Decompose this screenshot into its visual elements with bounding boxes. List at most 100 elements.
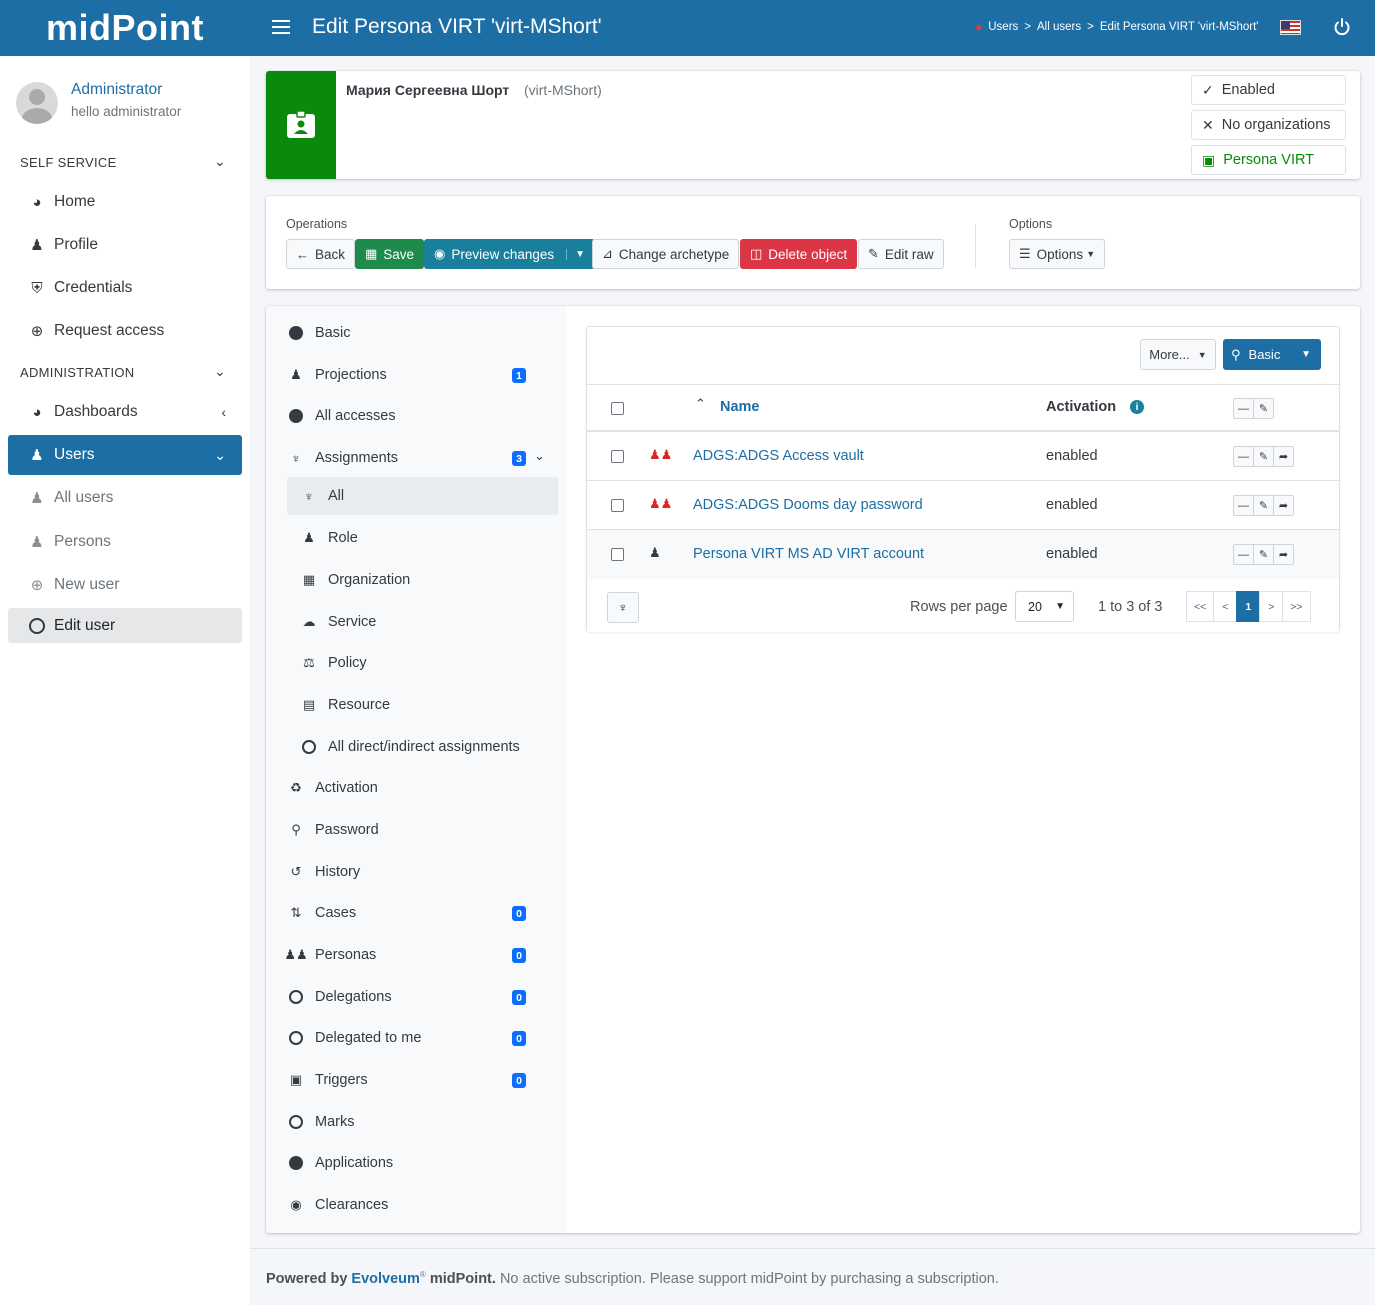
menu-item-role[interactable]: ♟ Role: [287, 519, 558, 557]
menu-item-delegated-to-me[interactable]: Delegated to me 0: [286, 1019, 558, 1057]
search-mode-button[interactable]: ⚲ Basic ▼: [1223, 339, 1321, 370]
menu-item-assignments-all[interactable]: ♆ All: [287, 477, 558, 515]
table-row[interactable]: ♟♟ ADGS:ADGS Dooms day password enabled …: [587, 481, 1339, 530]
menu-toggle-icon[interactable]: [272, 16, 290, 40]
row-name-link[interactable]: ADGS:ADGS Access vault: [693, 448, 864, 464]
count-badge: 3: [512, 451, 526, 466]
unassign-button[interactable]: —: [1233, 495, 1254, 516]
menu-item-all-accesses[interactable]: All accesses: [286, 397, 558, 435]
last-page-button[interactable]: >>: [1282, 591, 1311, 622]
menu-item-label: Delegated to me: [315, 1030, 422, 1046]
row-actions: — ✎ ➦: [1233, 544, 1294, 565]
column-name[interactable]: Name: [720, 399, 760, 415]
change-archetype-button[interactable]: ⊿ Change archetype: [592, 239, 740, 269]
back-button[interactable]: ← Back: [286, 239, 356, 269]
unassign-button[interactable]: —: [1233, 544, 1254, 565]
edit-all-button[interactable]: ✎: [1253, 398, 1274, 419]
caret-down-icon[interactable]: ▼: [566, 248, 585, 260]
save-button[interactable]: ▦ Save: [355, 239, 425, 269]
menu-item-all-direct-indirect[interactable]: All direct/indirect assignments: [287, 728, 558, 766]
menu-item-projections[interactable]: ♟ Projections 1: [286, 356, 558, 394]
breadcrumb-separator: >: [1024, 21, 1031, 33]
midpoint-logo[interactable]: midPoint: [0, 0, 250, 56]
unassign-button[interactable]: —: [1233, 446, 1254, 467]
preview-changes-button[interactable]: ◉ Preview changes ▼: [424, 239, 596, 269]
navigate-icon[interactable]: ➦: [1273, 544, 1294, 565]
status-badge-enabled: ✓ Enabled: [1191, 75, 1346, 105]
table-row[interactable]: ♟ Persona VIRT MS AD VIRT account enable…: [587, 530, 1339, 579]
edit-button[interactable]: ✎: [1253, 544, 1274, 565]
breadcrumb-all-users[interactable]: All users: [1037, 21, 1081, 33]
more-button[interactable]: More... ▼: [1140, 339, 1216, 370]
chevron-down-icon: ⌄: [534, 448, 545, 463]
power-icon[interactable]: [1332, 17, 1352, 37]
sidebar-item-profile[interactable]: ♟ Profile: [8, 225, 242, 265]
section-administration[interactable]: ADMINISTRATION ⌄: [20, 363, 230, 380]
sidebar-item-credentials[interactable]: ⛨ Credentials: [8, 268, 242, 308]
menu-item-clearances[interactable]: ◉ Clearances: [286, 1186, 558, 1224]
edit-raw-button[interactable]: ✎ Edit raw: [858, 239, 944, 269]
sidebar-item-all-users[interactable]: ♟ All users: [8, 478, 242, 518]
rows-per-page-select[interactable]: 20 ▼: [1015, 591, 1074, 622]
menu-item-organization[interactable]: ▦ Organization: [287, 561, 558, 599]
navigate-icon[interactable]: ➦: [1273, 446, 1294, 467]
menu-item-applications[interactable]: Applications: [286, 1144, 558, 1182]
menu-item-activation[interactable]: ♻ Activation: [286, 769, 558, 807]
delete-object-button[interactable]: ◫ Delete object: [740, 239, 858, 269]
sidebar-item-dashboards[interactable]: ◕ Dashboards ‹: [8, 392, 242, 432]
user-icon: ♟: [30, 237, 44, 254]
row-name-link[interactable]: Persona VIRT MS AD VIRT account: [693, 546, 924, 562]
sidebar-item-request-access[interactable]: ⊕ Request access: [8, 311, 242, 351]
user-subtitle: hello administrator: [71, 104, 182, 119]
options-button[interactable]: ☰ Options ▼: [1009, 239, 1106, 269]
edit-button[interactable]: ✎: [1253, 495, 1274, 516]
persona-badge-icon: ▣: [1202, 151, 1216, 168]
main-panel: Basic ♟ Projections 1 All accesses ♆ Assign…: [266, 306, 1360, 1233]
page-1-button[interactable]: 1: [1236, 591, 1261, 622]
menu-item-personas[interactable]: ♟♟ Personas 0: [284, 936, 558, 974]
sort-ascending-icon[interactable]: ⌃: [695, 396, 706, 412]
button-label: Save: [383, 246, 415, 262]
breadcrumb-users[interactable]: Users: [988, 21, 1018, 33]
caret-down-icon[interactable]: ▼: [1301, 349, 1311, 360]
new-assignment-button[interactable]: ♆: [607, 592, 639, 623]
menu-item-label: History: [315, 864, 361, 880]
user-name[interactable]: Administrator: [71, 81, 162, 99]
next-page-button[interactable]: >: [1259, 591, 1284, 622]
sidebar-item-edit-user[interactable]: Edit user: [8, 608, 242, 643]
menu-item-service[interactable]: ☁ Service: [287, 603, 558, 641]
unassign-all-button[interactable]: —: [1233, 398, 1254, 419]
menu-item-triggers[interactable]: ▣ Triggers 0: [286, 1061, 558, 1099]
chevron-down-icon: ⌄: [213, 363, 226, 379]
row-checkbox[interactable]: [611, 450, 624, 463]
menu-item-password[interactable]: ⚲ Password: [286, 811, 558, 849]
edit-button[interactable]: ✎: [1253, 446, 1274, 467]
menu-item-assignments[interactable]: ♆ Assignments 3 ⌄: [286, 439, 558, 477]
menu-item-marks[interactable]: Marks: [286, 1103, 558, 1141]
tag-label: Persona VIRT: [1223, 152, 1315, 168]
list-icon: ☰: [1019, 246, 1031, 261]
select-all-checkbox[interactable]: [611, 402, 624, 415]
info-icon[interactable]: i: [1130, 400, 1144, 414]
menu-item-cases[interactable]: ⇅ Cases 0: [286, 894, 558, 932]
first-page-button[interactable]: <<: [1186, 591, 1215, 622]
navigate-icon[interactable]: ➦: [1273, 495, 1294, 516]
menu-item-resource[interactable]: ▤ Resource: [287, 686, 558, 724]
sidebar-item-users[interactable]: ♟ Users ⌄: [8, 435, 242, 475]
us-flag-icon[interactable]: [1280, 20, 1301, 35]
row-name-link[interactable]: ADGS:ADGS Dooms day password: [693, 497, 923, 513]
table-row[interactable]: ♟♟ ADGS:ADGS Access vault enabled — ✎ ➦: [587, 432, 1339, 481]
section-self-service[interactable]: SELF SERVICE ⌄: [20, 153, 230, 170]
footer-company-link[interactable]: Evolveum: [351, 1271, 420, 1287]
menu-item-delegations[interactable]: Delegations 0: [286, 978, 558, 1016]
row-checkbox[interactable]: [611, 548, 624, 561]
sidebar-item-new-user[interactable]: ⊕ New user: [8, 565, 242, 605]
previous-page-button[interactable]: <: [1213, 591, 1238, 622]
row-checkbox[interactable]: [611, 499, 624, 512]
sidebar-item-persons[interactable]: ♟ Persons: [8, 522, 242, 562]
menu-item-history[interactable]: ↺ History: [286, 853, 558, 891]
sidebar-item-home[interactable]: ◕ Home: [8, 182, 242, 222]
menu-item-policy[interactable]: ⚖ Policy: [287, 644, 558, 682]
menu-item-basic[interactable]: Basic: [286, 314, 558, 352]
menu-item-label: Projections: [315, 367, 387, 383]
